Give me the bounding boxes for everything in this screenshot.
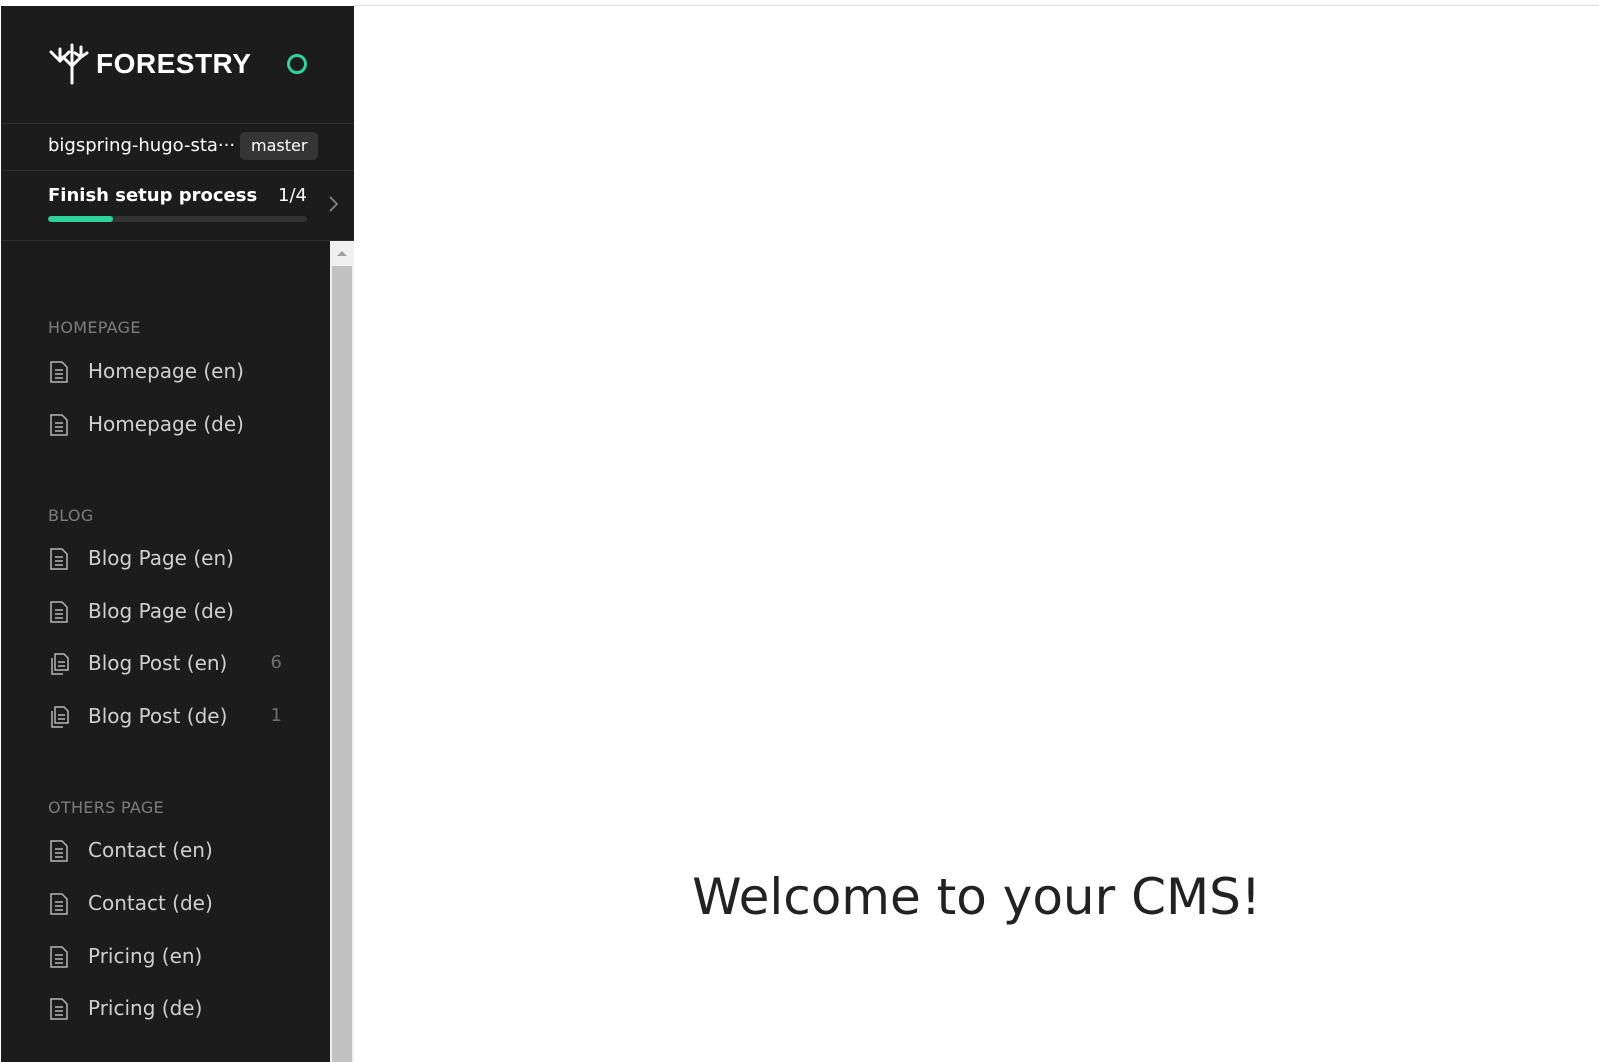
sidebar-item-blog-page-en[interactable]: Blog Page (en) — [48, 540, 308, 576]
sidebar-item-blog-page-de[interactable]: Blog Page (de) — [48, 593, 308, 629]
sidebar-item-label: Blog Page (de) — [88, 599, 234, 623]
item-count-badge: 1 — [270, 705, 282, 726]
section-label-homepage: HOMEPAGE — [48, 318, 141, 337]
sidebar-item-label: Contact (en) — [88, 838, 213, 862]
sidebar-item-label: Blog Page (en) — [88, 546, 234, 570]
item-count-badge: 6 — [270, 652, 282, 673]
document-icon — [50, 414, 68, 436]
sidebar-item-label: Pricing (de) — [88, 996, 203, 1020]
welcome-heading: Welcome to your CMS! — [692, 868, 1261, 926]
sidebar-item-blog-post-en[interactable]: Blog Post (en) 6 — [48, 645, 308, 681]
document-icon — [50, 946, 68, 968]
status-indicator-icon[interactable] — [287, 54, 307, 74]
sidebar-item-contact-de[interactable]: Contact (de) — [48, 885, 308, 921]
chevron-right-icon[interactable] — [327, 194, 341, 214]
sidebar: FORESTRY bigspring-hugo-sta··· master Fi… — [1, 6, 354, 1062]
document-icon — [50, 998, 68, 1020]
scroll-up-arrow-icon[interactable] — [330, 241, 354, 265]
app: FORESTRY bigspring-hugo-sta··· master Fi… — [0, 0, 1599, 1062]
setup-title: Finish setup process — [48, 185, 258, 206]
document-icon — [50, 601, 68, 623]
branch-badge[interactable]: master — [240, 132, 319, 160]
repo-row[interactable]: bigspring-hugo-sta··· master — [1, 123, 354, 171]
sidebar-item-label: Homepage (de) — [88, 412, 244, 436]
sidebar-nav: HOMEPAGE Homepage (en) Homepage (de) BLO… — [1, 241, 330, 1062]
sidebar-item-pricing-en[interactable]: Pricing (en) — [48, 938, 308, 974]
brand-header: FORESTRY — [1, 6, 354, 124]
documents-icon — [51, 653, 69, 675]
sidebar-scrollbar[interactable] — [330, 241, 354, 1062]
main-content: Welcome to your CMS! — [354, 6, 1599, 1062]
sidebar-item-blog-post-de[interactable]: Blog Post (de) 1 — [48, 698, 308, 734]
brand-name: FORESTRY — [96, 48, 252, 79]
sidebar-item-homepage-en[interactable]: Homepage (en) — [48, 353, 308, 389]
section-label-others-page: OTHERS PAGE — [48, 798, 164, 817]
sidebar-item-label: Blog Post (de) — [88, 704, 228, 728]
sidebar-item-contact-en[interactable]: Contact (en) — [48, 832, 308, 868]
setup-progress-button[interactable]: Finish setup process 1/4 — [1, 171, 354, 241]
sidebar-item-label: Blog Post (en) — [88, 651, 228, 675]
document-icon — [50, 893, 68, 915]
scrollbar-thumb[interactable] — [332, 266, 352, 1062]
forestry-logo-icon — [49, 43, 89, 85]
documents-icon — [51, 706, 69, 728]
sidebar-item-homepage-de[interactable]: Homepage (de) — [48, 406, 308, 442]
sidebar-item-pricing-de[interactable]: Pricing (de) — [48, 990, 308, 1026]
sidebar-item-label: Pricing (en) — [88, 944, 203, 968]
section-label-blog: BLOG — [48, 506, 94, 525]
repo-name[interactable]: bigspring-hugo-sta··· — [48, 135, 235, 157]
sidebar-item-label: Homepage (en) — [88, 359, 244, 383]
document-icon — [50, 840, 68, 862]
sidebar-item-label: Contact (de) — [88, 891, 213, 915]
setup-progress-fill — [48, 216, 113, 222]
setup-progress-bar — [48, 216, 307, 222]
document-icon — [50, 361, 68, 383]
document-icon — [50, 548, 68, 570]
setup-count: 1/4 — [278, 185, 307, 206]
